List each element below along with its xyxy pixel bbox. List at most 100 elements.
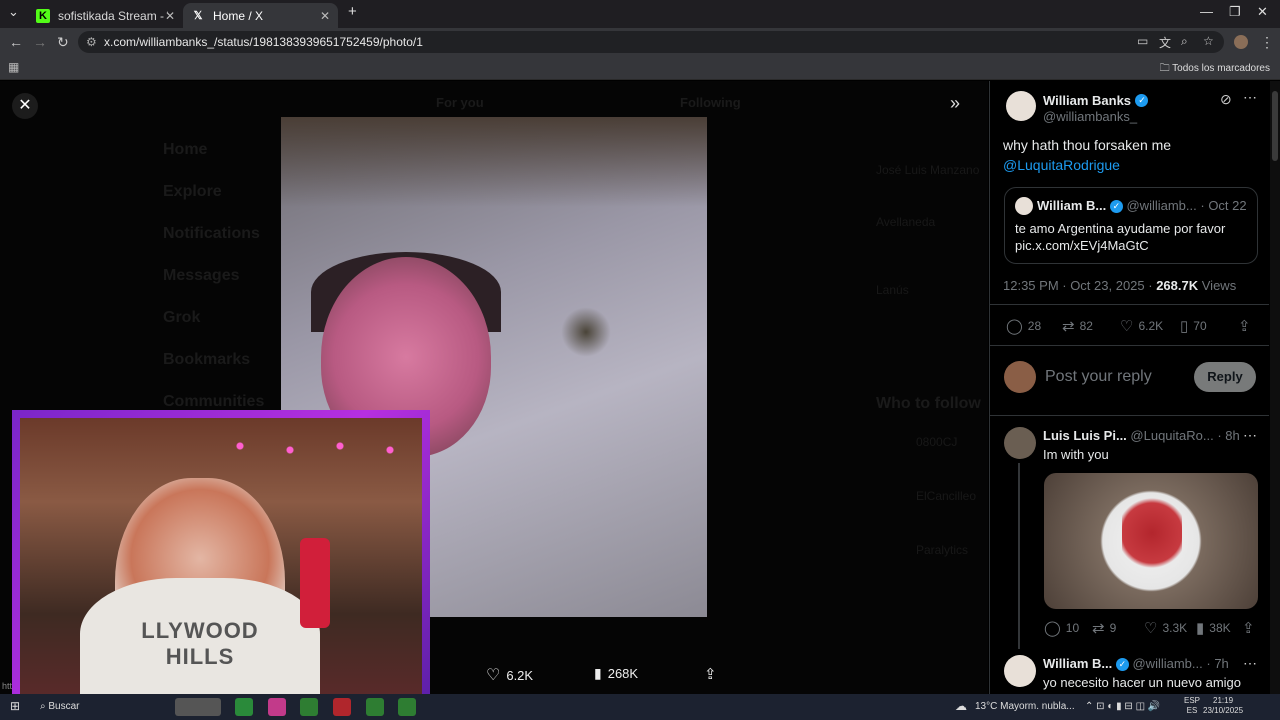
apps-grid-icon[interactable]: ▦ xyxy=(8,60,19,74)
reply-1-reply-count: 10 xyxy=(1065,621,1080,635)
bg-trend-3: Lanús xyxy=(876,283,909,297)
bg-tab-for-you: For you xyxy=(436,95,484,110)
tab-kick-stream[interactable]: K sofistikada Stream - Watch Live ✕ xyxy=(28,3,183,28)
bg-trend-1: José Luis Manzano xyxy=(876,163,980,177)
heart-icon: ♡ xyxy=(1144,620,1158,637)
all-bookmarks-label: Todos los marcadores xyxy=(1172,63,1270,74)
thread-line xyxy=(1018,463,1020,649)
divider xyxy=(990,345,1269,346)
translate-icon[interactable]: 文 xyxy=(1159,34,1171,51)
taskbar-app-icon[interactable] xyxy=(235,698,253,716)
restore-icon[interactable]: ❐ xyxy=(1229,4,1241,20)
tab-home-x[interactable]: 𝕏 Home / X ✕ xyxy=(183,3,338,28)
new-tab-icon[interactable]: + xyxy=(348,3,357,20)
webcam-feed: LLYWOOD HILLS xyxy=(20,418,422,698)
reply-1-views[interactable]: ▮ 38K xyxy=(1196,619,1231,637)
input-language[interactable]: ESP ES xyxy=(1184,696,1200,716)
menu-icon[interactable]: ⋮ xyxy=(1260,34,1274,51)
reply-2-avatar[interactable] xyxy=(1004,655,1036,687)
share-icon[interactable]: ⇪ xyxy=(1238,317,1256,335)
quoted-post[interactable]: William B... ✓ @williamb... · Oct 22 te … xyxy=(1004,187,1258,264)
share-icon[interactable]: ⇪ xyxy=(1242,619,1260,637)
reply-2-header[interactable]: William B... ✓ @williamb... · 7h xyxy=(1043,656,1229,672)
taskbar-widget-thumbnail[interactable] xyxy=(175,698,221,716)
hoodie-text-2: HILLS xyxy=(165,644,235,669)
more-options-icon[interactable]: ⋯ xyxy=(1243,655,1257,672)
bg-follow-2: ElCancilleo xyxy=(916,489,977,503)
bookmark-count-button[interactable]: ▯ 70 xyxy=(1180,317,1207,335)
reply-2-author-handle: @williamb... xyxy=(1132,656,1203,671)
windows-start-icon[interactable]: ⊞ xyxy=(10,699,20,713)
url-input[interactable]: ⚙ x.com/williambanks_/status/19813839396… xyxy=(78,31,1224,53)
taskbar-search[interactable]: ⌕ Buscar xyxy=(40,701,80,712)
photo-dirt xyxy=(281,117,707,207)
reply-button[interactable]: Reply xyxy=(1194,362,1256,392)
taskbar-chrome-icon[interactable] xyxy=(300,698,318,716)
author-header[interactable]: William Banks ✓ xyxy=(1043,92,1149,110)
address-bar-row: ← → ↻ ⚙ x.com/williambanks_/status/19813… xyxy=(0,28,1280,56)
taskbar-chrome-icon[interactable] xyxy=(398,698,416,716)
reply-1-author-name: Luis Luis Pi... xyxy=(1043,428,1127,443)
author-avatar[interactable] xyxy=(1006,91,1036,121)
taskbar-app-icon[interactable] xyxy=(333,698,351,716)
viewer-views-button[interactable]: ▮ 268K xyxy=(594,665,638,682)
viewer-like-button[interactable]: ♡ 6.2K xyxy=(486,665,533,685)
post-views-count: 268.7K xyxy=(1156,278,1199,293)
bg-nav-home: Home xyxy=(163,141,208,158)
zoom-icon[interactable]: ⌕ xyxy=(1181,34,1188,49)
taskbar-app-icon[interactable] xyxy=(268,698,286,716)
bookmark-star-icon[interactable]: ☆ xyxy=(1203,34,1214,48)
viewer-share-icon[interactable]: ⇪ xyxy=(704,665,717,683)
quote-link[interactable]: pic.x.com/xEVj4MaGtC xyxy=(1015,238,1149,253)
weather-icon[interactable]: ☁ xyxy=(955,699,967,713)
cast-icon[interactable]: ▭ xyxy=(1137,34,1148,48)
repost-count-button[interactable]: ⇄ 82 xyxy=(1062,317,1093,335)
like-count-button[interactable]: ♡ 6.2K xyxy=(1120,317,1163,335)
taskbar-chrome-icon[interactable] xyxy=(366,698,384,716)
reply-1-like-count: 3.3K xyxy=(1162,621,1188,635)
close-window-icon[interactable]: ✕ xyxy=(1257,4,1268,20)
verified-badge-icon: ✓ xyxy=(1135,94,1149,108)
reload-icon[interactable]: ↻ xyxy=(57,34,69,51)
clock[interactable]: 21:19 23/10/2025 xyxy=(1203,696,1243,716)
expand-panel-icon[interactable]: » xyxy=(950,93,960,114)
tab-close-icon[interactable]: ✕ xyxy=(165,9,175,23)
reply-icon: ◯ xyxy=(1006,318,1023,335)
forward-icon[interactable]: → xyxy=(33,34,47,50)
hoodie: LLYWOOD HILLS xyxy=(80,578,320,698)
post-details-panel: William Banks ✓ @williambanks_ ⊘ ⋯ why h… xyxy=(989,81,1269,694)
profile-avatar[interactable] xyxy=(1234,35,1248,49)
reply-1-likes[interactable]: ♡ 3.3K xyxy=(1144,619,1187,637)
reply-count-button[interactable]: ◯ 28 xyxy=(1006,317,1041,335)
mention-link[interactable]: @LuquitaRodrigue xyxy=(1003,157,1120,173)
tab-close-icon[interactable]: ✕ xyxy=(320,9,330,23)
scrollbar-thumb[interactable] xyxy=(1272,91,1278,161)
site-info-icon[interactable]: ⚙ xyxy=(86,31,97,53)
bg-who-to-follow: Who to follow xyxy=(876,395,981,412)
reply-1-text: Im with you xyxy=(1043,447,1109,462)
reply-1-reposts[interactable]: ⇄ 9 xyxy=(1092,619,1116,637)
close-viewer-button[interactable]: ✕ xyxy=(12,93,38,119)
all-bookmarks[interactable]: 🗀 Todos los marcadores xyxy=(1160,61,1270,78)
more-options-icon[interactable]: ⋯ xyxy=(1243,89,1257,106)
reply-1-avatar[interactable] xyxy=(1004,427,1036,459)
post-views-label: Views xyxy=(1201,278,1237,293)
reply-1-replies[interactable]: ◯ 10 xyxy=(1044,619,1079,637)
divider xyxy=(990,415,1269,416)
reply-1-image[interactable] xyxy=(1044,473,1258,609)
reply-1-repost-count: 9 xyxy=(1109,621,1117,635)
bg-nav-notifications: Notifications xyxy=(163,225,260,242)
back-icon[interactable]: ← xyxy=(9,34,23,50)
weather-text[interactable]: 13°C Mayorm. nubla... xyxy=(975,701,1075,712)
views-chart-icon: ▮ xyxy=(594,665,602,681)
reply-1-header[interactable]: Luis Luis Pi... @LuquitaRo... · 8h xyxy=(1043,428,1240,443)
quote-text: te amo Argentina ayudame por favor xyxy=(1015,221,1226,236)
tray-icons[interactable]: ⌃ ⊡ ◐ ▮ ⊟ ◫ 🔊 xyxy=(1085,701,1160,712)
panel-scrollbar[interactable] xyxy=(1270,81,1280,694)
tab-search-icon[interactable]: ⌄ xyxy=(8,4,19,20)
reply-1-author-handle: @LuquitaRo... xyxy=(1130,428,1214,443)
reply-input[interactable]: Post your reply xyxy=(1045,368,1152,386)
more-options-icon[interactable]: ⋯ xyxy=(1243,427,1257,444)
minimize-icon[interactable]: — xyxy=(1200,4,1213,19)
grok-icon[interactable]: ⊘ xyxy=(1220,91,1232,108)
